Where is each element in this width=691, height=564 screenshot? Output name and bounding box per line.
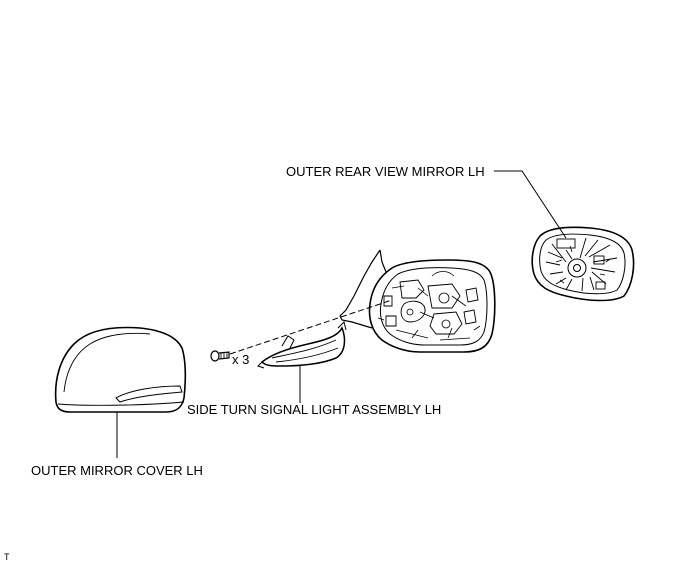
label-side-turn-signal-light: SIDE TURN SIGNAL LIGHT ASSEMBLY LH [187, 402, 441, 417]
illustration-code: T [4, 552, 10, 562]
leader-line-mirror-glass [494, 170, 567, 239]
label-outer-rear-view-mirror: OUTER REAR VIEW MIRROR LH [286, 164, 485, 179]
screw-illustration [210, 350, 230, 362]
turn-signal-light-illustration [257, 321, 347, 403]
label-outer-mirror-cover: OUTER MIRROR COVER LH [31, 463, 203, 478]
exploded-parts-diagram: OUTER REAR VIEW MIRROR LH x 3 SIDE TURN … [4, 164, 635, 562]
label-screw-quantity: x 3 [232, 352, 249, 367]
mirror-body-illustration [339, 249, 496, 353]
mirror-cover-illustration [54, 326, 187, 458]
mirror-glass-illustration [531, 226, 635, 302]
